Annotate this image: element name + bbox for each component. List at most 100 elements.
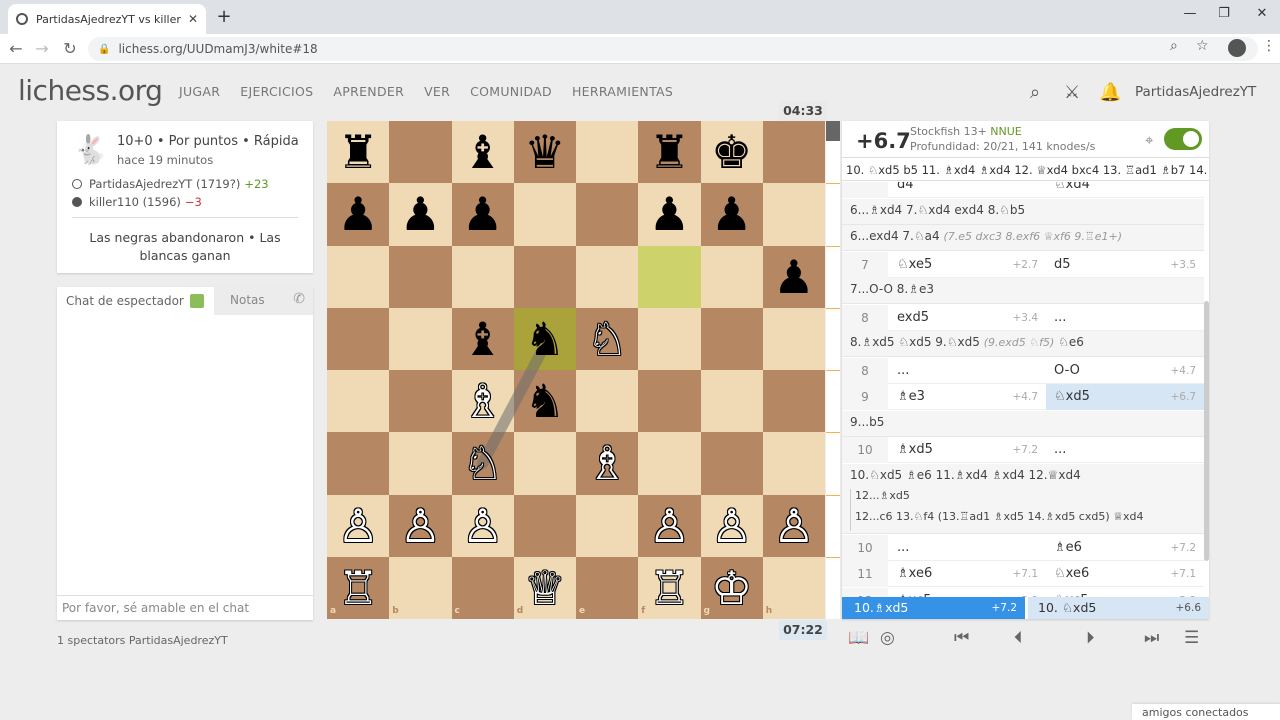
user-menu[interactable]: PartidasAjedrezYT [1135, 84, 1256, 100]
variation-block[interactable]: 10.♘xd5 ♗e6 11.♗xd4 ♗xd4 12.♕xd4 12...♗xd… [842, 463, 1204, 534]
white-player[interactable]: PartidasAjedrezYT (1719?) +23 [72, 177, 269, 191]
zoom-icon[interactable]: ⌕ [1170, 38, 1178, 54]
piece-e3[interactable]: ♗ [576, 432, 638, 494]
square-a3[interactable] [327, 432, 390, 495]
sub-variation[interactable]: (9.exd5 ♘f5) [984, 336, 1055, 349]
reload-icon[interactable]: ↻ [60, 39, 80, 58]
variation-line[interactable]: 6...♗xd4 7.♘xd4 exd4 8.♘b5 [842, 198, 1204, 225]
piece-b2[interactable]: ♙ [389, 495, 451, 557]
black-move[interactable]: O-O +4.7 [1046, 358, 1204, 384]
nav-jugar[interactable]: JUGAR [179, 84, 220, 99]
white-move[interactable]: ♗xe6 +7.1 [888, 561, 1046, 587]
piece-f1[interactable]: ♖ [638, 557, 700, 619]
square-f4[interactable] [638, 370, 701, 433]
forward-icon[interactable]: → [32, 39, 52, 58]
piece-g7[interactable]: ♟ [701, 183, 763, 245]
variation-line[interactable]: 12...♗xd5 [850, 488, 1204, 510]
chat-input[interactable]: Por favor, sé amable en el chat [57, 595, 313, 620]
target-icon[interactable]: ◎ [880, 628, 895, 648]
piece-d1[interactable]: ♕ [514, 557, 576, 619]
square-d6[interactable] [513, 245, 576, 308]
black-move[interactable]: ♘xe6 +7.1 [1046, 561, 1204, 587]
black-move[interactable]: ... [1046, 305, 1204, 331]
square-d7[interactable] [513, 183, 576, 246]
square-g6[interactable] [700, 245, 763, 308]
square-b5[interactable] [389, 307, 452, 370]
friends-online[interactable]: amigos conectados [1132, 704, 1280, 720]
square-b4[interactable] [389, 370, 452, 433]
black-move[interactable]: d5 +3.5 [1046, 252, 1204, 278]
white-move[interactable]: ♗e3 +4.7 [888, 384, 1046, 410]
next-icon[interactable]: ⏵ [1086, 628, 1095, 648]
first-icon[interactable]: ⏮ [954, 628, 969, 648]
square-g4[interactable] [700, 370, 763, 433]
black-move[interactable]: ♘xc5+5.8 [1046, 588, 1204, 598]
chat-toggle[interactable] [190, 294, 204, 308]
square-e4[interactable] [576, 370, 639, 433]
piece-g2[interactable]: ♙ [701, 495, 763, 557]
phone-icon[interactable]: ✆ [293, 291, 305, 307]
square-b8[interactable] [389, 121, 452, 184]
square-e1[interactable] [576, 556, 639, 619]
variation-line[interactable]: 8.♗xd5 ♘xd5 9.♘xd5 (9.exd5 ♘f5) ♘e6 [842, 331, 1204, 357]
new-tab-icon[interactable]: + [214, 6, 234, 27]
square-f3[interactable] [638, 432, 701, 495]
piece-d5[interactable]: ♞ [514, 308, 576, 370]
square-a5[interactable] [327, 307, 390, 370]
nav-ver[interactable]: VER [424, 84, 450, 99]
browser-tab[interactable]: PartidasAjedrezYT vs killer110: C ✕ [8, 4, 206, 34]
white-move[interactable]: ... [888, 535, 1046, 561]
profile-avatar-icon[interactable] [1228, 39, 1246, 57]
black-move[interactable]: ♗e6 +7.2 [1046, 535, 1204, 561]
nav-ejercicios[interactable]: EJERCICIOS [240, 84, 313, 99]
close-tab-icon[interactable]: ✕ [188, 12, 198, 26]
variation-line[interactable]: 9...b5 [842, 410, 1204, 437]
nav-herramientas[interactable]: HERRAMIENTAS [572, 84, 673, 99]
piece-c2[interactable]: ♙ [452, 495, 514, 557]
close-window-icon[interactable]: ✕ [1242, 6, 1280, 21]
search-icon[interactable]: ⌕ [1030, 82, 1040, 103]
sub-variation[interactable]: (7.e5 dxc3 8.exf6 ♕xf6 9.♖e1+) [943, 230, 1122, 243]
piece-c3[interactable]: ♘ [452, 432, 514, 494]
square-e6[interactable] [576, 245, 639, 308]
black-move[interactable]: ♘xd4 [1046, 182, 1204, 198]
white-move[interactable]: exd5 +3.4 [888, 305, 1046, 331]
black-move[interactable]: ♘xd5 +6.7 [1046, 384, 1204, 410]
back-icon[interactable]: ← [6, 39, 26, 58]
piece-c5[interactable]: ♝ [452, 308, 514, 370]
piece-h6[interactable]: ♟ [763, 246, 825, 308]
piece-d8[interactable]: ♛ [514, 121, 576, 183]
square-g3[interactable] [700, 432, 763, 495]
piece-g1[interactable]: ♔ [701, 557, 763, 619]
swords-icon[interactable]: ⚔ [1064, 82, 1080, 103]
square-d2[interactable] [513, 494, 576, 557]
last-icon[interactable]: ⏭ [1144, 628, 1159, 648]
piece-h2[interactable]: ♙ [763, 495, 825, 557]
chess-board[interactable]: 8 7 6 5 4 3 2 1 a b c d e f g h ♜ ♝ ♛ ♜ ♚ ♟ ♟ ♟ ♟ ♟ ♟ ♝ ♞ ♘ ♗ ♞ ♘ ♗ ♙ ♙ ♙ ♙ ♙ ♙… [327, 121, 825, 619]
square-b3[interactable] [389, 432, 452, 495]
move-list-scrollbar[interactable] [1204, 301, 1209, 561]
square-e8[interactable] [576, 121, 639, 184]
square-a6[interactable] [327, 245, 390, 308]
piece-a7[interactable]: ♟ [327, 183, 389, 245]
piece-a8[interactable]: ♜ [327, 121, 389, 183]
piece-f7[interactable]: ♟ [638, 183, 700, 245]
variation-line[interactable]: 12...c6 13.♘f4 (13.♖ad1 ♗xd5 14.♗xd5 cxd… [850, 509, 1204, 531]
square-a4[interactable] [327, 370, 390, 433]
square-f5[interactable] [638, 307, 701, 370]
nav-aprender[interactable]: APRENDER [333, 84, 404, 99]
bookmark-star-icon[interactable]: ☆ [1196, 38, 1209, 54]
principal-variation[interactable]: 10. ♘xd5 b5 11. ♗xd4 ♗xd4 12. ♕xd4 bxc4 … [842, 157, 1209, 181]
variation-line[interactable]: 7...O-O 8.♗e3 [842, 278, 1204, 304]
nav-comunidad[interactable]: COMUNIDAD [470, 84, 552, 99]
prev-icon[interactable]: ⏴ [1014, 628, 1023, 648]
piece-g8[interactable]: ♚ [701, 121, 763, 183]
white-move[interactable]: ♘xe5 +2.7 [888, 252, 1046, 278]
variation-line[interactable]: 10.♘xd5 ♗e6 11.♗xd4 ♗xd4 12.♕xd4 [850, 468, 1204, 489]
piece-c8[interactable]: ♝ [452, 121, 514, 183]
book-icon[interactable]: 📖 [848, 628, 869, 648]
bell-icon[interactable]: 🔔 [1099, 82, 1121, 103]
menu-icon[interactable]: ☰ [1184, 628, 1199, 648]
black-player[interactable]: killer110 (1596) −3 [72, 195, 202, 209]
square-c1[interactable] [451, 556, 514, 619]
